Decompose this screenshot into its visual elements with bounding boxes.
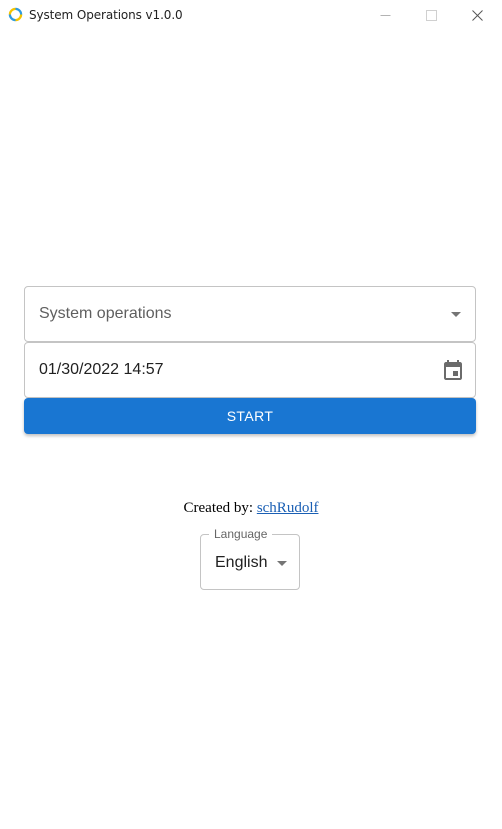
title-bar[interactable]: System Operations v1.0.0 — [0, 0, 502, 30]
datetime-value: 01/30/2022 14:57 — [39, 361, 164, 378]
close-icon — [471, 9, 483, 21]
language-value: English — [215, 554, 268, 571]
datetime-field[interactable]: 01/30/2022 14:57 — [24, 342, 476, 398]
created-by-label: Created by: — [183, 500, 254, 516]
operation-select-value: System operations — [39, 305, 172, 322]
minimize-button[interactable] — [362, 0, 408, 30]
operation-select[interactable]: System operations — [24, 286, 476, 342]
language-select[interactable]: Language English — [200, 527, 300, 590]
close-button[interactable] — [454, 0, 500, 30]
start-button[interactable]: START — [24, 398, 476, 434]
minimize-icon — [380, 14, 390, 16]
app-logo-icon — [8, 7, 23, 22]
maximize-button[interactable] — [408, 0, 454, 30]
chevron-down-icon — [277, 561, 287, 566]
chevron-down-icon — [451, 312, 461, 317]
window-title: System Operations v1.0.0 — [29, 8, 183, 22]
maximize-icon — [425, 9, 437, 21]
calendar-icon[interactable] — [441, 359, 465, 383]
author-link[interactable]: schRudolf — [257, 500, 319, 516]
language-label: Language — [209, 527, 273, 541]
credit-line: Created by: schRudolf — [0, 500, 502, 517]
